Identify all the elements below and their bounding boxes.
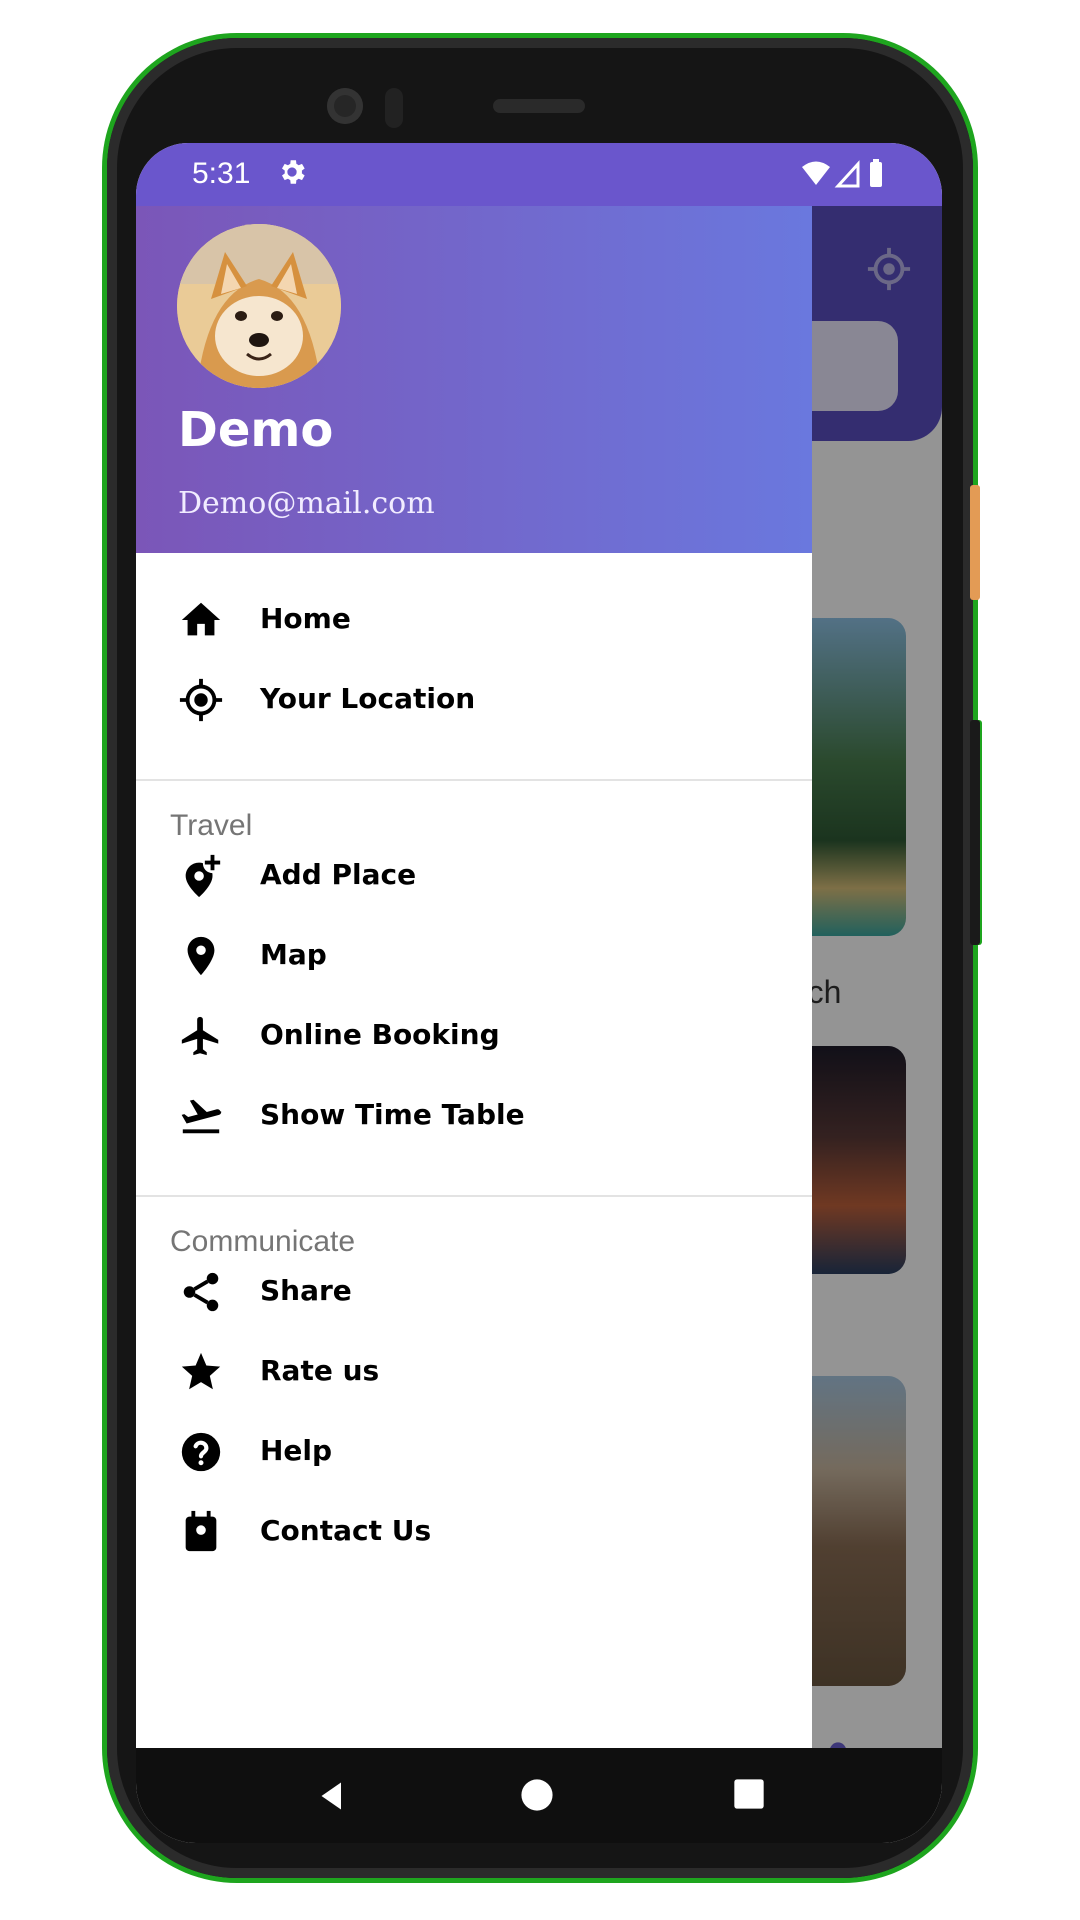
- status-bar: 5:31: [136, 143, 942, 206]
- menu-item-label: Show Time Table: [260, 1098, 525, 1131]
- device-frame-canvas: 5:31 each oa da: [0, 0, 1080, 1920]
- settings-icon: [282, 160, 305, 184]
- contact-icon: [185, 1510, 217, 1552]
- flight-takeoff-icon: [181, 1099, 222, 1134]
- earpiece: [493, 99, 585, 113]
- menu-item-label: Contact Us: [260, 1514, 432, 1547]
- back-icon[interactable]: [314, 1778, 350, 1814]
- menu-item-your-location[interactable]: Your Location: [136, 651, 812, 747]
- star-icon: [181, 1352, 221, 1390]
- menu-item-label: Online Booking: [260, 1018, 500, 1051]
- menu-item-label: Home: [260, 602, 351, 635]
- airplane-icon: [181, 1016, 219, 1056]
- share-icon: [183, 1272, 219, 1312]
- phone-screen: 5:31 each oa da: [136, 143, 942, 1843]
- volume-rocker: [970, 720, 980, 945]
- my-location-icon: [179, 678, 223, 722]
- system-navigation-bar: [136, 1748, 942, 1843]
- status-indicators: [802, 159, 882, 188]
- menu-item-label: Share: [260, 1274, 352, 1307]
- shiba-dog-avatar: [177, 224, 341, 388]
- menu-item-label: Help: [260, 1434, 333, 1467]
- menu-item-label: Add Place: [260, 858, 417, 891]
- menu-divider: [136, 779, 812, 781]
- menu-item-label: Rate us: [260, 1354, 380, 1387]
- map-pin-icon: [187, 936, 215, 976]
- avatar[interactable]: [177, 224, 341, 388]
- user-email: Demo@mail.com: [178, 486, 435, 521]
- home-button-icon[interactable]: [520, 1778, 554, 1812]
- user-name: Demo: [178, 402, 334, 458]
- front-camera: [327, 88, 363, 124]
- menu-item-contact-us[interactable]: Contact Us: [136, 1483, 812, 1579]
- navigation-drawer: Demo Demo@mail.com Home Your Location Tr…: [136, 206, 812, 1748]
- proximity-sensor: [385, 88, 403, 128]
- signal-icon: [834, 160, 860, 188]
- add-location-icon: [185, 854, 221, 898]
- recent-apps-icon[interactable]: [733, 1778, 765, 1810]
- status-time: 5:31: [192, 157, 251, 190]
- menu-divider: [136, 1195, 812, 1197]
- menu-item-label: Map: [260, 938, 327, 971]
- help-icon: [181, 1432, 221, 1472]
- drawer-header: Demo Demo@mail.com: [136, 206, 812, 553]
- home-icon: [181, 602, 221, 636]
- menu-item-label: Your Location: [260, 682, 476, 715]
- battery-icon: [870, 162, 882, 187]
- wifi-icon: [802, 161, 830, 185]
- menu-item-show-time-table[interactable]: Show Time Table: [136, 1067, 812, 1163]
- power-button: [970, 485, 980, 600]
